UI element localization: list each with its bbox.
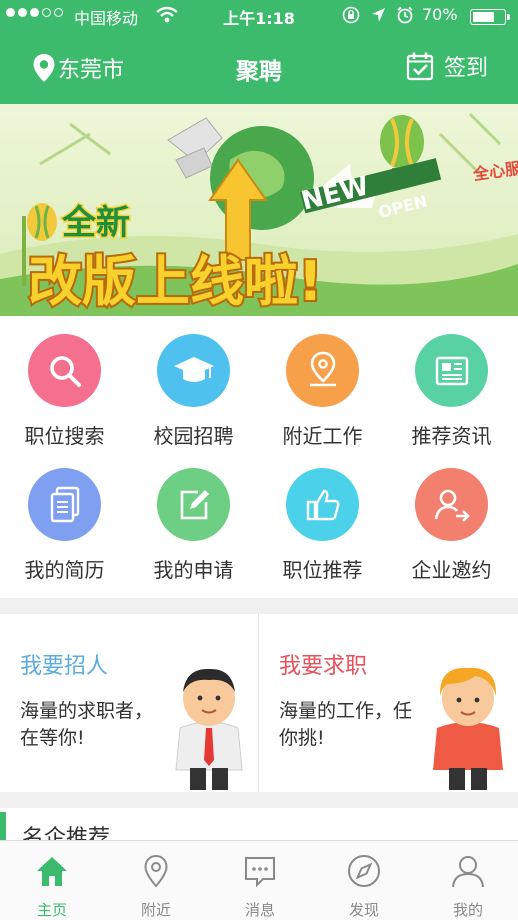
banner-side-text: 全心服 [471, 158, 518, 184]
grid-item-label: 我的简历 [24, 558, 105, 582]
edit-icon [157, 468, 230, 541]
grid-item-label: 校园招聘 [153, 424, 234, 448]
banner-headline-1: 全新 [61, 203, 130, 243]
tab-label: 附近 [140, 901, 171, 919]
recruit-card[interactable]: 我要招人 海量的求职者，在等你! [0, 614, 258, 792]
newspaper-icon [415, 334, 488, 407]
home-icon [37, 857, 67, 886]
location-pin-icon [33, 54, 55, 82]
resume-icon [28, 468, 101, 541]
jobseek-card[interactable]: 我要求职 海量的工作，任你挑! [259, 614, 517, 792]
grid-item-campus-recruit[interactable]: 校园招聘 [129, 316, 258, 448]
grid-item-news[interactable]: 推荐资讯 [387, 316, 516, 448]
location-pin-icon [144, 854, 168, 888]
grid-item-nearby-jobs[interactable]: 附近工作 [258, 316, 387, 448]
tab-label: 消息 [244, 901, 275, 919]
status-bar: 中国移动 上午1:18 70% [0, 0, 518, 32]
message-icon [245, 857, 275, 888]
tab-nearby[interactable]: 附近 [104, 841, 208, 920]
graduation-cap-icon [157, 334, 230, 407]
grid-item-label: 职位推荐 [282, 558, 363, 582]
search-icon [28, 334, 101, 407]
role-cards: 我要招人 海量的求职者，在等你! 我要求职 海量的工作，任你挑! [0, 614, 518, 792]
battery-percent: 70% [422, 5, 458, 24]
tab-mine[interactable]: 我的 [416, 841, 518, 920]
compass-icon [348, 855, 380, 887]
signin-button[interactable]: 签到 [406, 50, 488, 82]
jobseek-card-title: 我要求职 [279, 654, 368, 679]
user-invite-icon [415, 468, 488, 541]
tab-home[interactable]: 主页 [0, 841, 104, 920]
tab-label: 发现 [348, 901, 379, 919]
rotation-lock-icon [342, 6, 360, 24]
tab-label: 主页 [36, 901, 67, 919]
bottom-tab-bar: 主页 附近 消息 发现 我的 [0, 840, 518, 920]
grid-item-label: 推荐资讯 [411, 424, 492, 448]
feature-grid: 职位搜索 校园招聘 附近工作 推荐资讯 我的简历 我的申请 职位推荐 企业邀约 [0, 316, 518, 598]
grid-item-label: 职位搜索 [24, 424, 105, 448]
recruit-card-desc: 海量的求职者，在等你! [20, 700, 154, 749]
tab-label: 我的 [452, 901, 483, 919]
grid-item-my-resume[interactable]: 我的简历 [0, 450, 129, 582]
location-selector[interactable]: 东莞市 [32, 52, 124, 84]
tab-messages[interactable]: 消息 [208, 841, 312, 920]
banner-headline-2: 改版上线啦! [28, 250, 323, 313]
grid-item-my-applications[interactable]: 我的申请 [129, 450, 258, 582]
grid-item-job-search[interactable]: 职位搜索 [0, 316, 129, 448]
grid-item-label: 企业邀约 [411, 558, 492, 582]
banner-art: NEW OPEN 全新 改版上线啦! 全心服 [0, 112, 518, 316]
recruit-card-title: 我要招人 [20, 654, 109, 679]
alarm-icon [397, 6, 413, 24]
location-label: 东莞市 [58, 58, 125, 83]
user-icon [452, 856, 484, 888]
signin-label: 签到 [444, 56, 489, 81]
jobseeker-avatar [433, 667, 503, 790]
location-arrow-icon [372, 8, 385, 22]
hot-air-balloon-icon [27, 203, 57, 241]
grid-item-job-recommend[interactable]: 职位推荐 [258, 450, 387, 582]
banner-badge-open: OPEN [376, 191, 429, 221]
promo-banner[interactable]: NEW OPEN 全新 改版上线啦! 全心服 [0, 104, 518, 316]
top-bar: 中国移动 上午1:18 70% 东莞市 聚聘 签到 [0, 0, 518, 104]
grid-item-label: 我的申请 [153, 558, 234, 582]
battery-icon [470, 9, 510, 25]
grid-item-company-invites[interactable]: 企业邀约 [387, 450, 516, 582]
grid-item-label: 附近工作 [282, 424, 363, 448]
calendar-check-icon [406, 52, 434, 81]
thumbs-up-icon [286, 468, 359, 541]
location-pin-icon [286, 334, 359, 407]
tab-discover[interactable]: 发现 [312, 841, 416, 920]
app-header: 东莞市 聚聘 签到 [0, 36, 518, 100]
hot-air-balloon-icon [380, 115, 424, 169]
recruiter-avatar [175, 668, 243, 790]
jobseek-card-desc: 海量的工作，任你挑! [279, 700, 413, 749]
